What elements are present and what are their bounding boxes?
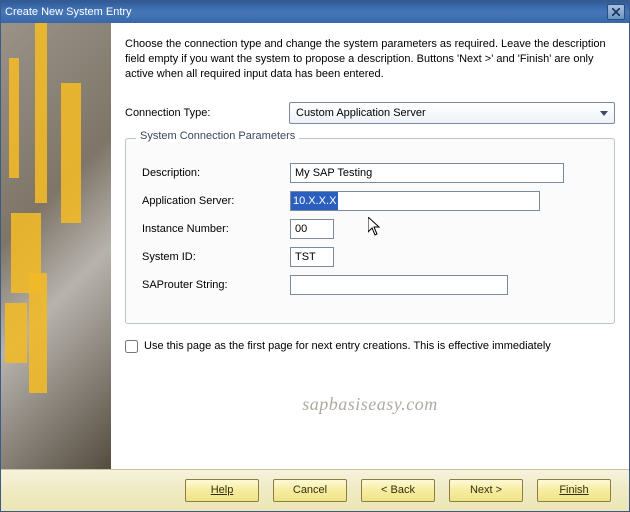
use-first-page-label: Use this page as the first page for next… bbox=[144, 340, 551, 352]
cancel-button[interactable]: Cancel bbox=[273, 479, 347, 502]
use-first-page-row: Use this page as the first page for next… bbox=[125, 340, 615, 353]
window-title: Create New System Entry bbox=[5, 6, 607, 18]
description-label: Description: bbox=[142, 167, 290, 179]
group-legend: System Connection Parameters bbox=[136, 130, 299, 142]
instance-number-input[interactable] bbox=[290, 219, 334, 239]
application-server-label: Application Server: bbox=[142, 195, 290, 207]
connection-type-row: Connection Type: Custom Application Serv… bbox=[125, 102, 615, 124]
system-id-label: System ID: bbox=[142, 251, 290, 263]
intro-text: Choose the connection type and change th… bbox=[125, 37, 615, 82]
application-server-value-selected: 10.X.X.X bbox=[291, 192, 338, 210]
finish-button[interactable]: Finish bbox=[537, 479, 611, 502]
mouse-cursor-icon bbox=[368, 217, 383, 242]
help-button-label: Help bbox=[211, 484, 234, 496]
watermark-text: sapbasiseasy.com bbox=[111, 394, 629, 415]
title-bar: Create New System Entry bbox=[1, 1, 629, 23]
description-input[interactable] bbox=[290, 163, 564, 183]
content-body: Choose the connection type and change th… bbox=[1, 23, 629, 469]
application-server-input[interactable]: 10.X.X.X bbox=[290, 191, 540, 211]
window: Create New System Entry Choose the conne… bbox=[0, 0, 630, 512]
decorative-sidebar bbox=[1, 23, 111, 469]
saprouter-input[interactable] bbox=[290, 275, 508, 295]
back-button[interactable]: < Back bbox=[361, 479, 435, 502]
system-id-input[interactable] bbox=[290, 247, 334, 267]
description-row: Description: bbox=[142, 163, 598, 183]
application-server-row: Application Server: 10.X.X.X bbox=[142, 191, 598, 211]
help-button[interactable]: Help bbox=[185, 479, 259, 502]
main-panel: Choose the connection type and change th… bbox=[111, 23, 629, 469]
footer-button-bar: Help Cancel < Back Next > Finish bbox=[1, 469, 629, 511]
saprouter-row: SAProuter String: bbox=[142, 275, 598, 295]
system-id-row: System ID: bbox=[142, 247, 598, 267]
saprouter-label: SAProuter String: bbox=[142, 279, 290, 291]
next-button[interactable]: Next > bbox=[449, 479, 523, 502]
connection-type-dropdown[interactable]: Custom Application Server bbox=[289, 102, 615, 124]
close-button[interactable] bbox=[607, 4, 625, 20]
use-first-page-checkbox[interactable] bbox=[125, 340, 138, 353]
instance-number-row: Instance Number: bbox=[142, 219, 598, 239]
connection-type-value: Custom Application Server bbox=[296, 107, 426, 119]
close-icon bbox=[612, 8, 620, 16]
finish-button-label: Finish bbox=[559, 484, 588, 496]
system-connection-parameters-group: System Connection Parameters Description… bbox=[125, 138, 615, 324]
connection-type-label: Connection Type: bbox=[125, 107, 289, 119]
instance-number-label: Instance Number: bbox=[142, 223, 290, 235]
